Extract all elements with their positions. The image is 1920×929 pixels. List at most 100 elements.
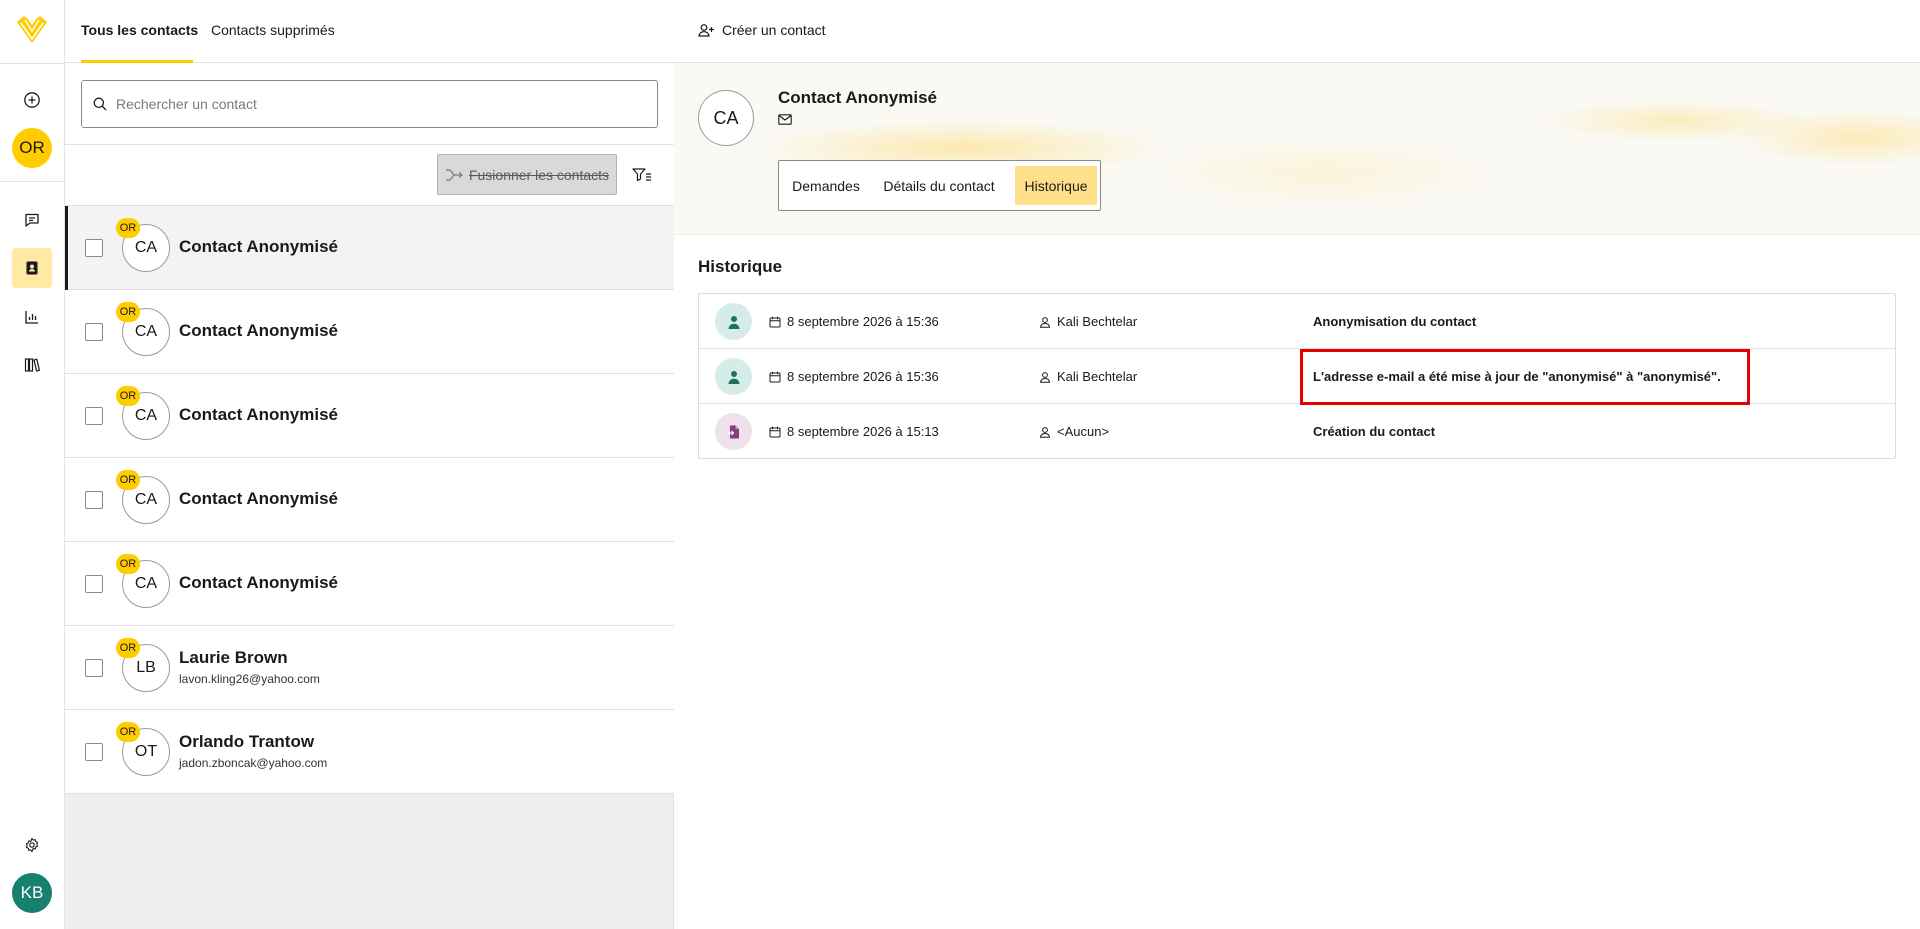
file-import-icon: [715, 413, 752, 450]
contact-checkbox[interactable]: [85, 659, 103, 677]
history-date: 8 septembre 2026 à 15:36: [769, 314, 939, 329]
create-contact-label: Créer un contact: [722, 22, 826, 38]
calendar-icon: [769, 316, 781, 327]
contact-title: Contact Anonymisé: [778, 88, 938, 107]
tab-contact-details[interactable]: Détails du contact: [873, 166, 1005, 205]
history-date: 8 septembre 2026 à 15:36: [769, 369, 939, 384]
contacts-list: CA OR Contact Anonymisé CA OR Contact An…: [65, 206, 674, 794]
contact-name: Orlando Trantow: [179, 732, 315, 751]
user-event-icon: [715, 303, 752, 340]
person-icon: [1039, 371, 1051, 383]
nav-contacts[interactable]: [12, 248, 52, 288]
org-badge: OR: [116, 470, 140, 490]
person-icon: [1039, 426, 1051, 438]
contact-name: Contact Anonymisé: [179, 489, 339, 508]
calendar-icon: [769, 426, 781, 437]
merge-icon: [445, 168, 463, 181]
contact-row[interactable]: OT OR Orlando Trantow jadon.zboncak@yaho…: [65, 710, 674, 794]
merge-contacts-label: Fusionner les contacts: [468, 166, 610, 183]
contact-checkbox[interactable]: [85, 323, 103, 341]
history-description: Anonymisation du contact: [1313, 314, 1477, 329]
person-icon: [1039, 316, 1051, 328]
contact-email: jadon.zboncak@yahoo.com: [179, 756, 328, 770]
contact-row[interactable]: CA OR Contact Anonymisé: [65, 458, 674, 542]
history-description: L'adresse e-mail a été mise à jour de "a…: [1313, 369, 1721, 384]
list-toolbar: Fusionner les contacts: [65, 145, 674, 206]
tab-history[interactable]: Historique: [1015, 166, 1097, 205]
search-icon: [93, 97, 107, 111]
filter-button[interactable]: [631, 165, 653, 185]
org-badge: OR: [116, 386, 140, 406]
contact-name: Contact Anonymisé: [179, 573, 339, 592]
history-row: 8 septembre 2026 à 15:36 Kali Bechtelar …: [699, 294, 1895, 349]
user-event-icon: [715, 358, 752, 395]
contact-name: Laurie Brown: [179, 648, 288, 667]
contact-name: Contact Anonymisé: [179, 405, 339, 424]
org-badge: OR: [116, 218, 140, 238]
detail-topbar: Créer un contact: [674, 0, 1920, 63]
history-author-text: Kali Bechtelar: [1057, 314, 1138, 329]
org-badge: OR: [116, 554, 140, 574]
contact-checkbox[interactable]: [85, 491, 103, 509]
books-icon: [24, 358, 41, 372]
left-rail: OR KB: [0, 0, 65, 929]
contact-checkbox[interactable]: [85, 239, 103, 257]
contact-name: Contact Anonymisé: [179, 321, 339, 340]
nav-library[interactable]: [12, 345, 52, 385]
rail-divider: [0, 181, 64, 182]
contact-row[interactable]: CA OR Contact Anonymisé: [65, 206, 674, 290]
contact-avatar-large: CA: [698, 90, 754, 146]
history-date: 8 septembre 2026 à 15:13: [769, 424, 939, 439]
detail-view-switcher: Demandes Détails du contact Historique: [778, 160, 1101, 211]
search-box[interactable]: [81, 80, 658, 128]
history-row: 8 septembre 2026 à 15:13 <Aucun> Créatio…: [699, 404, 1895, 458]
nav-statistics[interactable]: [12, 297, 52, 337]
tab-deleted-contacts[interactable]: Contacts supprimés: [211, 22, 335, 38]
settings-button[interactable]: [12, 825, 52, 865]
merge-contacts-button[interactable]: Fusionner les contacts: [437, 154, 617, 195]
history-description: Création du contact: [1313, 424, 1436, 439]
app-logo[interactable]: [13, 13, 51, 47]
history-date-text: 8 septembre 2026 à 15:36: [787, 369, 939, 384]
contacts-list-panel: Tous les contacts Contacts supprimés Fus…: [65, 0, 674, 929]
history-date-text: 8 septembre 2026 à 15:13: [787, 424, 939, 439]
history-date-text: 8 septembre 2026 à 15:36: [787, 314, 939, 329]
history-heading: Historique: [698, 257, 783, 276]
org-avatar[interactable]: OR: [12, 128, 52, 168]
contact-checkbox[interactable]: [85, 575, 103, 593]
rail-divider: [0, 63, 64, 64]
history-author-text: Kali Bechtelar: [1057, 369, 1138, 384]
chat-icon: [25, 213, 39, 227]
contact-book-icon: [26, 261, 38, 275]
tab-all-contacts[interactable]: Tous les contacts: [81, 22, 198, 38]
contact-row[interactable]: CA OR Contact Anonymisé: [65, 290, 674, 374]
contact-row[interactable]: LB OR Laurie Brown lavon.kling26@yahoo.c…: [65, 626, 674, 710]
history-author: Kali Bechtelar: [1039, 369, 1137, 384]
gear-icon: [25, 837, 39, 853]
contact-checkbox[interactable]: [85, 743, 103, 761]
tab-requests[interactable]: Demandes: [784, 166, 868, 205]
add-button[interactable]: [12, 80, 52, 120]
filter-icon: [632, 168, 651, 182]
search-input[interactable]: [116, 96, 636, 112]
plus-circle-icon: [24, 92, 40, 108]
history-row: 8 septembre 2026 à 15:36 Kali Bechtelar …: [699, 349, 1895, 404]
org-badge: OR: [116, 302, 140, 322]
contact-checkbox[interactable]: [85, 407, 103, 425]
history-author: Kali Bechtelar: [1039, 314, 1137, 329]
contact-row[interactable]: CA OR Contact Anonymisé: [65, 542, 674, 626]
search-zone: [65, 63, 674, 145]
calendar-icon: [769, 371, 781, 382]
envelope-icon[interactable]: [778, 114, 792, 125]
contact-detail-panel: Créer un contact CA Contact Anonymisé De…: [674, 0, 1920, 929]
org-badge: OR: [116, 638, 140, 658]
nav-requests[interactable]: [12, 200, 52, 240]
history-list: 8 septembre 2026 à 15:36 Kali Bechtelar …: [698, 293, 1896, 459]
contact-header: CA Contact Anonymisé Demandes Détails du…: [674, 63, 1920, 235]
history-author: <Aucun>: [1039, 424, 1109, 439]
create-contact-button[interactable]: Créer un contact: [698, 22, 826, 38]
contact-email: lavon.kling26@yahoo.com: [179, 672, 320, 686]
user-avatar[interactable]: KB: [12, 873, 52, 913]
contact-row[interactable]: CA OR Contact Anonymisé: [65, 374, 674, 458]
bar-chart-icon: [25, 311, 38, 324]
